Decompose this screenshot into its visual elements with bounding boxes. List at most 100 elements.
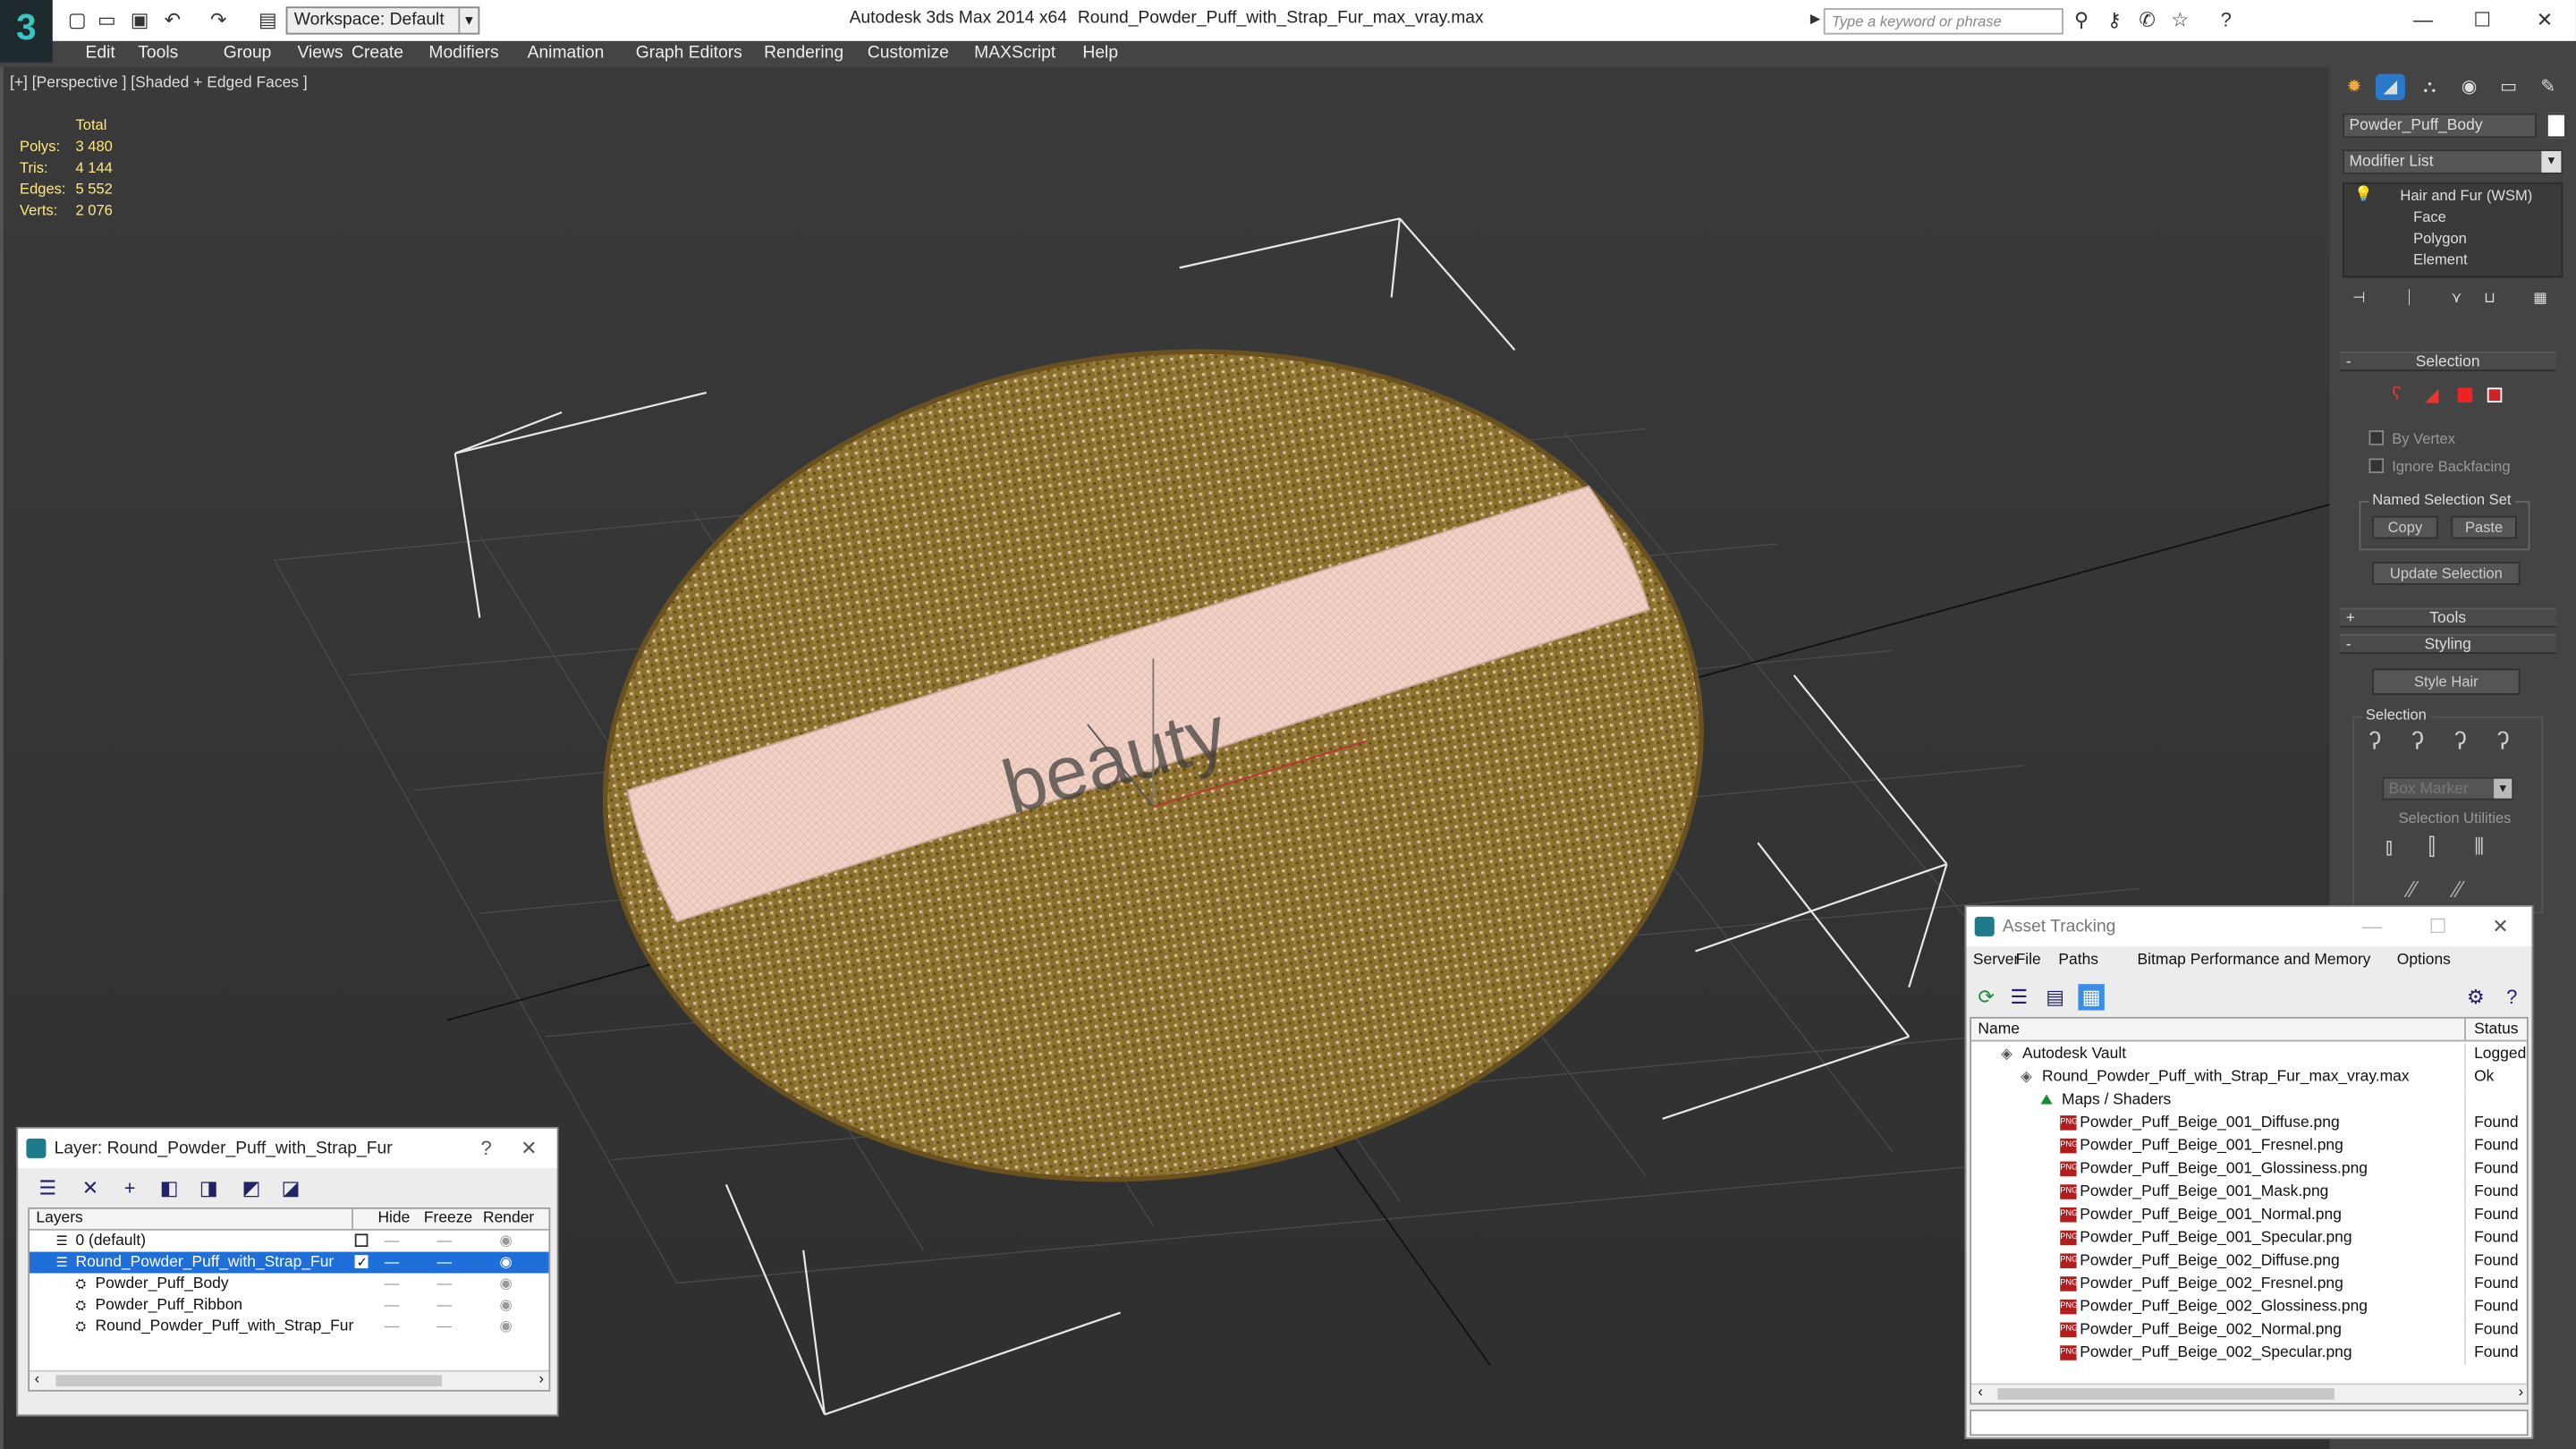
remove-modifier-icon[interactable]: ⊔ bbox=[2484, 289, 2496, 307]
asset-row[interactable]: PNG Powder_Puff_Beige_001_Mask.png Found bbox=[1971, 1181, 2527, 1205]
minimize-button[interactable]: — bbox=[2351, 907, 2394, 946]
scroll-right-icon[interactable]: › bbox=[538, 1370, 544, 1386]
workspace-dropdown[interactable]: Workspace: Default ▼ bbox=[285, 6, 480, 35]
style-hair-button[interactable]: Style Hair bbox=[2372, 668, 2521, 695]
asset-menu-file[interactable]: File bbox=[2016, 946, 2041, 976]
list-view-icon[interactable]: ☰ bbox=[2006, 984, 2032, 1010]
freeze-toggle[interactable]: — bbox=[437, 1316, 453, 1337]
freeze-toggle[interactable]: — bbox=[437, 1294, 453, 1316]
close-button[interactable]: ✕ bbox=[2479, 907, 2522, 946]
scroll-left-icon[interactable]: ‹ bbox=[1978, 1384, 1983, 1400]
make-unique-icon[interactable]: ⋎ bbox=[2451, 289, 2462, 307]
close-button[interactable]: ✕ bbox=[508, 1129, 551, 1168]
status-column-header[interactable]: Status bbox=[2474, 1019, 2518, 1042]
open-file-icon[interactable]: ▭ bbox=[96, 8, 119, 31]
scroll-left-icon[interactable]: ‹ bbox=[35, 1370, 40, 1386]
copy-button[interactable]: Copy bbox=[2372, 515, 2438, 539]
subscription-icon[interactable]: ⚷ bbox=[2103, 8, 2126, 31]
help-icon[interactable]: ? bbox=[2215, 8, 2238, 31]
hierarchy-tab-icon[interactable]: ⛬ bbox=[2415, 74, 2445, 100]
hide-toggle[interactable]: — bbox=[385, 1252, 400, 1274]
polygon-select-icon[interactable] bbox=[2457, 387, 2473, 402]
rotate-selection-icon[interactable]: ⫿ bbox=[2428, 833, 2436, 860]
asset-menu-options[interactable]: Options bbox=[2397, 946, 2451, 976]
minimize-button[interactable]: — bbox=[2399, 5, 2448, 35]
asset-menu-bitmap[interactable]: Bitmap Performance and Memory bbox=[2138, 946, 2371, 976]
asset-row[interactable]: ⛰ Maps / Shaders bbox=[1971, 1089, 2527, 1113]
asset-row[interactable]: ◈ Round_Powder_Puff_with_Strap_Fur_max_vr… bbox=[1971, 1066, 2527, 1089]
asset-row[interactable]: PNG Powder_Puff_Beige_002_Glossiness.png F… bbox=[1971, 1296, 2527, 1319]
hide-selected-icon[interactable]: ⁄⁄ bbox=[2409, 876, 2417, 902]
update-selection-button[interactable]: Update Selection bbox=[2372, 562, 2521, 585]
save-file-icon[interactable]: ▣ bbox=[128, 8, 151, 31]
redo-icon[interactable]: ↷ bbox=[207, 8, 230, 31]
scroll-right-icon[interactable]: › bbox=[2519, 1384, 2524, 1400]
menu-rendering[interactable]: Rendering bbox=[764, 43, 843, 63]
asset-row[interactable]: PNG Powder_Puff_Beige_002_Diffuse.png Foun… bbox=[1971, 1250, 2527, 1274]
modifier-stack[interactable]: Hair and Fur (WSM) Face Polygon Element 💡 bbox=[2343, 182, 2563, 278]
select-by-root-icon[interactable]: ʔ bbox=[2497, 728, 2510, 756]
maximize-button[interactable]: ☐ bbox=[2417, 907, 2460, 946]
utilities-tab-icon[interactable]: ✎ bbox=[2533, 74, 2563, 100]
layer-dialog-titlebar[interactable]: Layer: Round_Powder_Puff_with_Strap_Fur … bbox=[18, 1128, 557, 1168]
create-tab-icon[interactable]: ✹ bbox=[2339, 74, 2368, 100]
sub-object-element[interactable]: Element bbox=[2413, 251, 2468, 267]
create-layer-icon[interactable]: + bbox=[116, 1174, 142, 1200]
asset-row[interactable]: PNG Powder_Puff_Beige_001_Specular.png Fou… bbox=[1971, 1227, 2527, 1250]
modify-tab-icon[interactable]: ◢ bbox=[2375, 73, 2405, 101]
object-color-swatch[interactable] bbox=[2546, 113, 2566, 139]
layer-row[interactable]: ☰ Round_Powder_Puff_with_Strap_Fur ✓ — — ◉ bbox=[30, 1251, 549, 1274]
table-view-icon[interactable]: ▦ bbox=[2078, 984, 2105, 1011]
layer-row[interactable]: ⛭ Round_Powder_Puff_with_Strap_Fur — — ◉ bbox=[30, 1316, 548, 1337]
active-layer-checkbox[interactable]: ✓ bbox=[354, 1255, 369, 1269]
asset-row[interactable]: PNG Powder_Puff_Beige_002_Specular.png Fou… bbox=[1971, 1342, 2527, 1366]
hide-column-header[interactable]: Hide bbox=[377, 1209, 410, 1229]
pin-stack-icon[interactable]: ⊣ bbox=[2352, 289, 2365, 307]
horizontal-scrollbar[interactable]: ‹ › bbox=[1971, 1383, 2527, 1403]
motion-tab-icon[interactable]: ◉ bbox=[2454, 74, 2484, 100]
menu-modifiers[interactable]: Modifiers bbox=[428, 43, 498, 63]
modifier-enable-icon[interactable]: 💡 bbox=[2354, 186, 2373, 204]
render-toggle-icon[interactable]: ◉ bbox=[499, 1252, 512, 1274]
by-vertex-checkbox[interactable] bbox=[2368, 430, 2385, 445]
menu-maxscript[interactable]: MAXScript bbox=[974, 43, 1055, 63]
show-end-result-icon[interactable]: ⏐ bbox=[2405, 289, 2413, 307]
highlight-selected-icon[interactable]: ◨ bbox=[196, 1174, 222, 1200]
select-guide-vertices-icon[interactable]: ʔ bbox=[2454, 728, 2467, 756]
asset-row[interactable]: ◈ Autodesk Vault Logged bbox=[1971, 1043, 2527, 1067]
hide-toggle[interactable]: — bbox=[385, 1294, 400, 1316]
render-toggle-icon[interactable]: ◉ bbox=[499, 1273, 512, 1294]
render-column-header[interactable]: Render bbox=[483, 1209, 534, 1229]
modifier-list-dropdown[interactable]: Modifier List ▼ bbox=[2343, 149, 2563, 174]
menu-graph-editors[interactable]: Graph Editors bbox=[636, 43, 742, 63]
layer-row[interactable]: ☰ 0 (default) — — ◉ bbox=[30, 1231, 548, 1252]
asset-row[interactable]: PNG Powder_Puff_Beige_001_Diffuse.png Foun… bbox=[1971, 1112, 2527, 1136]
configure-sets-icon[interactable]: ▦ bbox=[2533, 289, 2547, 307]
help-button[interactable]: ? bbox=[465, 1129, 508, 1168]
thumbnail-view-icon[interactable]: ▤ bbox=[2042, 984, 2068, 1010]
menu-animation[interactable]: Animation bbox=[528, 43, 605, 63]
favorites-star-icon[interactable]: ☆ bbox=[2168, 8, 2191, 31]
layers-icon[interactable]: ☰ bbox=[35, 1174, 61, 1200]
binoculars-icon[interactable]: ⚲ bbox=[2070, 8, 2093, 31]
menu-create[interactable]: Create bbox=[352, 43, 403, 63]
layers-column-header[interactable]: Layers bbox=[36, 1209, 82, 1229]
element-select-icon[interactable] bbox=[2487, 387, 2503, 402]
select-hair-by-ends-icon[interactable]: ʔ bbox=[2369, 728, 2382, 756]
freeze-toggle[interactable]: — bbox=[437, 1252, 453, 1274]
asset-row[interactable]: PNG Powder_Puff_Beige_002_Normal.png Found bbox=[1971, 1318, 2527, 1343]
communication-icon[interactable]: ✆ bbox=[2136, 8, 2159, 31]
scroll-thumb[interactable] bbox=[55, 1375, 443, 1387]
refresh-icon[interactable]: ⟳ bbox=[1973, 984, 1999, 1010]
modifier-hair-and-fur[interactable]: Hair and Fur (WSM) bbox=[2400, 187, 2532, 203]
help-icon[interactable]: ? bbox=[2499, 984, 2525, 1010]
render-toggle-icon[interactable]: ◉ bbox=[499, 1231, 512, 1252]
menu-edit[interactable]: Edit bbox=[86, 43, 115, 63]
expand-selection-icon[interactable]: ⦀ bbox=[2474, 833, 2484, 860]
tools-rollout[interactable]: + Tools bbox=[2339, 607, 2556, 628]
selection-rollout[interactable]: - Selection bbox=[2339, 352, 2556, 372]
menu-help[interactable]: Help bbox=[1082, 43, 1118, 63]
viewport-label[interactable]: [+] [Perspective ] [Shaded + Edged Faces… bbox=[10, 74, 308, 92]
object-name-field[interactable]: Powder_Puff_Body bbox=[2343, 113, 2537, 139]
freeze-column-header[interactable]: Freeze bbox=[424, 1209, 472, 1229]
